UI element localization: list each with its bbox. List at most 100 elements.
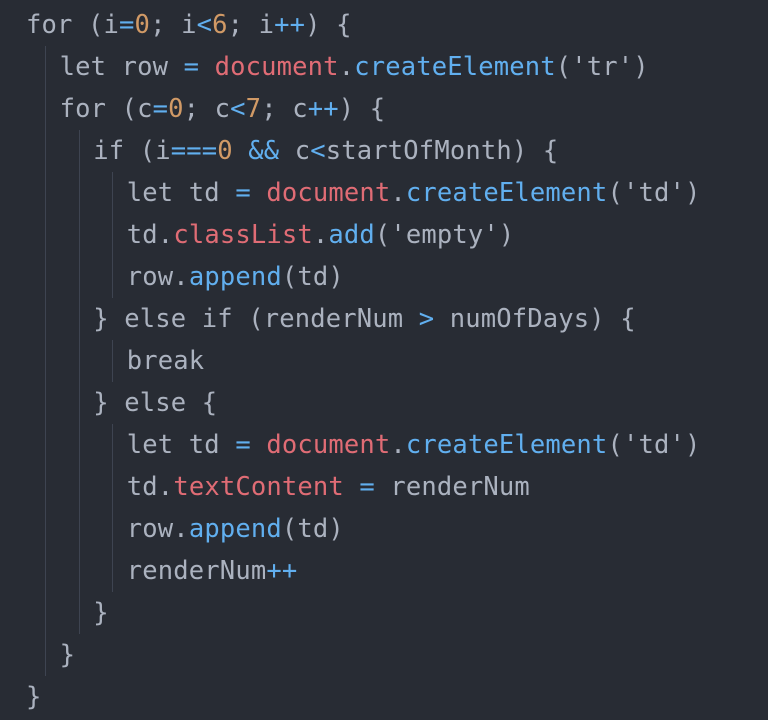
code-token: 'tr' [571, 52, 634, 82]
code-line: td.textContent = renderNum [127, 466, 530, 508]
code-line: let td = document.createElement('td') [127, 424, 701, 466]
code-line: renderNum++ [127, 550, 298, 592]
code-token: let row [59, 52, 184, 82]
code-line: for (i=0; i<6; i++) { [26, 4, 352, 46]
code-token: . [390, 178, 406, 208]
code-token: < [310, 136, 326, 166]
code-token: let td [126, 178, 236, 208]
code-line: } else { [93, 382, 217, 424]
code-token: 0 [217, 136, 233, 166]
code-token: } [59, 640, 76, 670]
code-token: ) [498, 220, 515, 250]
code-token: = [235, 430, 251, 460]
code-token: row. [126, 514, 189, 544]
code-token: for (c [59, 94, 153, 124]
indent-guide [79, 130, 80, 634]
code-token: classList [173, 220, 313, 250]
code-token: ++ [266, 556, 298, 586]
code-token: 0 [168, 94, 184, 124]
code-token: (td) [281, 514, 344, 544]
code-token: . [390, 430, 406, 460]
code-token: ) [684, 430, 701, 460]
code-token: } else if (renderNum [93, 304, 419, 334]
code-token: > [418, 304, 435, 334]
code-token: startOfMonth) { [325, 136, 559, 166]
code-token: add [328, 220, 375, 250]
code-token: ; i [150, 10, 197, 40]
code-token: let td [126, 430, 236, 460]
code-line: row.append(td) [127, 508, 344, 550]
code-token: ; c [261, 94, 308, 124]
code-token: ) { [338, 94, 386, 124]
code-token: 6 [212, 10, 228, 40]
code-token: ) [684, 178, 701, 208]
code-token: numOfDays) { [434, 304, 636, 334]
code-token: = [183, 52, 200, 82]
code-token: } else { [93, 388, 218, 418]
indent-guide [112, 172, 113, 298]
code-token: td. [126, 220, 174, 250]
code-token: (i [88, 10, 120, 40]
code-token: document [266, 178, 391, 208]
code-token: createElement [354, 52, 556, 82]
code-line: let row = document.createElement('tr') [60, 46, 649, 88]
code-token: (td) [281, 262, 344, 292]
code-line: } [26, 676, 42, 718]
code-token: ( [374, 220, 391, 250]
code-line: } [93, 592, 109, 634]
code-token: document [214, 52, 339, 82]
code-token: . [312, 220, 329, 250]
code-token: < [230, 94, 246, 124]
code-token: append [188, 514, 282, 544]
code-token: && [248, 136, 280, 166]
code-token: renderNum [126, 556, 267, 586]
code-token: = [359, 472, 375, 502]
code-token: === [170, 136, 218, 166]
code-token: . [338, 52, 355, 82]
code-line: } [60, 634, 76, 676]
code-token: ( [607, 178, 623, 208]
code-line: break [127, 340, 205, 382]
code-token: ; i [227, 10, 275, 40]
code-token: } [26, 682, 42, 712]
code-token: c [279, 136, 311, 166]
code-token: row. [126, 262, 189, 292]
code-token: 'td' [622, 178, 685, 208]
code-token: for [26, 10, 89, 40]
code-token: ) { [305, 10, 352, 40]
code-editor: for (i=0; i<6; i++) {let row = document.… [0, 0, 768, 720]
code-token: td. [126, 472, 174, 502]
code-token: 7 [245, 94, 262, 124]
code-token: } [93, 598, 109, 628]
code-token: 0 [134, 10, 151, 40]
code-token: = [119, 10, 135, 40]
code-token: if (i [93, 136, 171, 166]
code-token: ) [633, 52, 649, 82]
code-token: createElement [405, 430, 608, 460]
code-token: renderNum [374, 472, 530, 502]
code-token: = [152, 94, 169, 124]
code-token: break [126, 346, 205, 376]
indent-guide [112, 424, 113, 592]
code-line: td.classList.add('empty') [127, 214, 515, 256]
indent-guide [112, 340, 113, 382]
code-token: ( [607, 430, 623, 460]
code-line: row.append(td) [127, 256, 344, 298]
code-token: < [196, 10, 213, 40]
code-block: for (i=0; i<6; i++) {let row = document.… [0, 0, 768, 720]
code-line: if (i===0 && c<startOfMonth) { [93, 130, 558, 172]
code-token: createElement [405, 178, 608, 208]
indent-guide [45, 46, 46, 676]
code-token: ++ [274, 10, 306, 40]
code-token: 'empty' [390, 220, 499, 250]
code-token: ( [555, 52, 572, 82]
code-token: ; c [183, 94, 231, 124]
code-token: append [188, 262, 282, 292]
code-token: = [235, 178, 251, 208]
code-line: } else if (renderNum > numOfDays) { [93, 298, 636, 340]
